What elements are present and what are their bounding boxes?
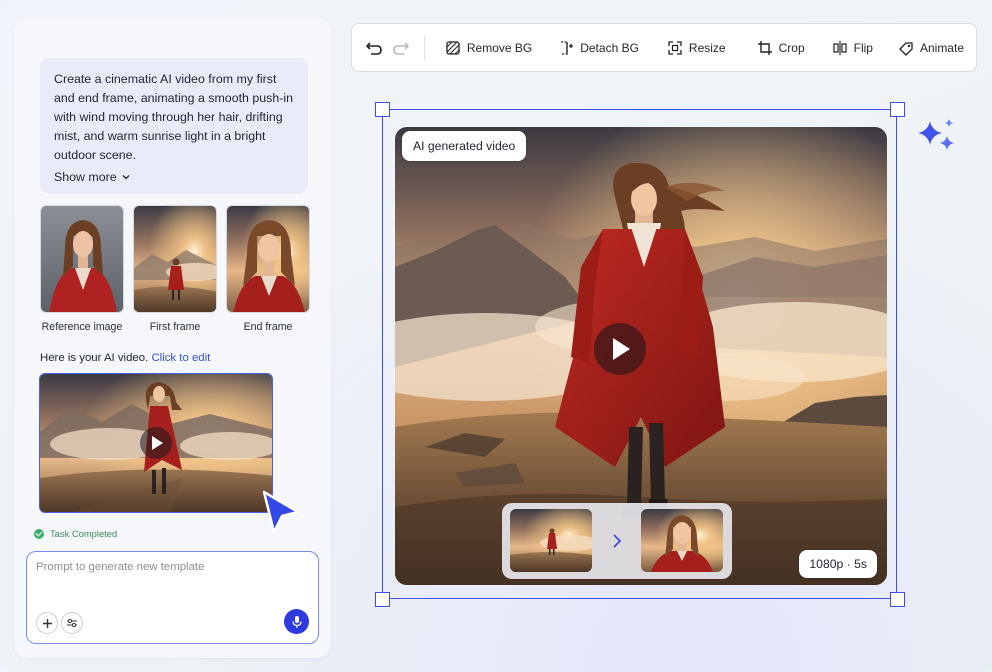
click-to-edit-link[interactable]: Click to edit: [151, 352, 210, 364]
settings-sliders-icon: [67, 618, 77, 628]
detach-bg-label: Detach BG: [580, 40, 639, 55]
resize-button[interactable]: Resize: [667, 40, 726, 56]
first-frame-item[interactable]: First frame: [133, 205, 217, 333]
result-video-preview[interactable]: [39, 373, 273, 513]
remove-bg-icon: [446, 40, 460, 55]
add-button[interactable]: [36, 612, 58, 634]
flip-label: Flip: [853, 40, 873, 55]
mic-icon: [291, 615, 302, 628]
ai-generated-badge: AI generated video: [402, 131, 527, 161]
show-more-label: Show more: [54, 170, 117, 184]
chevron-right-icon: [613, 534, 622, 548]
settings-button[interactable]: [61, 612, 83, 634]
first-frame-thumbnail[interactable]: [133, 205, 217, 313]
frames-strip: [502, 503, 732, 579]
crop-label: Crop: [778, 40, 805, 55]
prompt-text: Create a cinematic AI video from my firs…: [54, 72, 294, 162]
thumbnail-label: End frame: [243, 321, 293, 333]
input-thumbnails: Reference image First frame End frame: [40, 205, 310, 333]
reference-image-item[interactable]: Reference image: [40, 205, 124, 333]
crop-icon: [757, 40, 772, 55]
resize-handle-top-right[interactable]: [890, 102, 905, 117]
chevron-down-icon: [122, 175, 130, 180]
undo-icon: [365, 41, 382, 55]
end-frame-preview[interactable]: [641, 509, 723, 572]
toolbar-divider: [424, 35, 425, 60]
thumbnail-label: First frame: [149, 321, 201, 333]
show-more-button[interactable]: Show more: [54, 170, 131, 184]
end-frame-thumbnail[interactable]: [226, 205, 310, 313]
status-text: Task Completed: [50, 528, 118, 539]
result-message: Here is your AI video. Click to edit: [40, 352, 210, 364]
resolution-badge: 1080p · 5s: [799, 550, 877, 578]
animate-label: Animate: [919, 40, 964, 55]
sparkle-icon: [918, 119, 954, 150]
task-status: Task Completed: [34, 528, 117, 539]
mic-button[interactable]: [284, 609, 309, 634]
undo-button[interactable]: [364, 36, 383, 60]
crop-button[interactable]: Crop: [757, 40, 805, 56]
end-frame-item[interactable]: End frame: [226, 205, 310, 333]
resize-icon: [668, 40, 682, 55]
detach-bg-button[interactable]: Detach BG: [558, 40, 639, 56]
thumbnail-label: Reference image: [41, 321, 123, 333]
check-circle-icon: [34, 528, 44, 539]
animate-button[interactable]: Animate: [898, 40, 964, 56]
prompt-composer: [26, 551, 319, 644]
flip-icon: [833, 40, 847, 55]
remove-bg-label: Remove BG: [466, 40, 533, 55]
result-text: Here is your AI video.: [40, 352, 149, 364]
first-frame-preview[interactable]: [510, 509, 592, 572]
video-canvas[interactable]: AI generated video 1080p · 5s: [395, 127, 887, 585]
detach-bg-icon: [561, 40, 574, 55]
prompt-bubble: Create a cinematic AI video from my firs…: [40, 58, 308, 194]
reference-image-thumbnail[interactable]: [40, 205, 124, 313]
cursor-icon: [262, 490, 300, 534]
prompt-input[interactable]: [36, 561, 308, 601]
redo-icon: [392, 41, 409, 55]
editor-toolbar: Remove BG Detach BG Resize Crop Flip Ani…: [351, 23, 977, 72]
app-window: Create a cinematic AI video from my firs…: [0, 0, 992, 672]
plus-icon: [42, 618, 52, 628]
resize-label: Resize: [688, 40, 726, 55]
animate-icon: [899, 41, 913, 56]
play-icon[interactable]: [140, 427, 172, 459]
play-icon[interactable]: [594, 323, 646, 375]
redo-button[interactable]: [391, 36, 410, 60]
resize-handle-top-left[interactable]: [375, 102, 390, 117]
resize-handle-bottom-right[interactable]: [890, 592, 905, 607]
remove-bg-button[interactable]: Remove BG: [445, 40, 532, 56]
flip-button[interactable]: Flip: [832, 40, 873, 56]
resize-handle-bottom-left[interactable]: [375, 592, 390, 607]
chat-panel: Create a cinematic AI video from my firs…: [14, 18, 331, 658]
